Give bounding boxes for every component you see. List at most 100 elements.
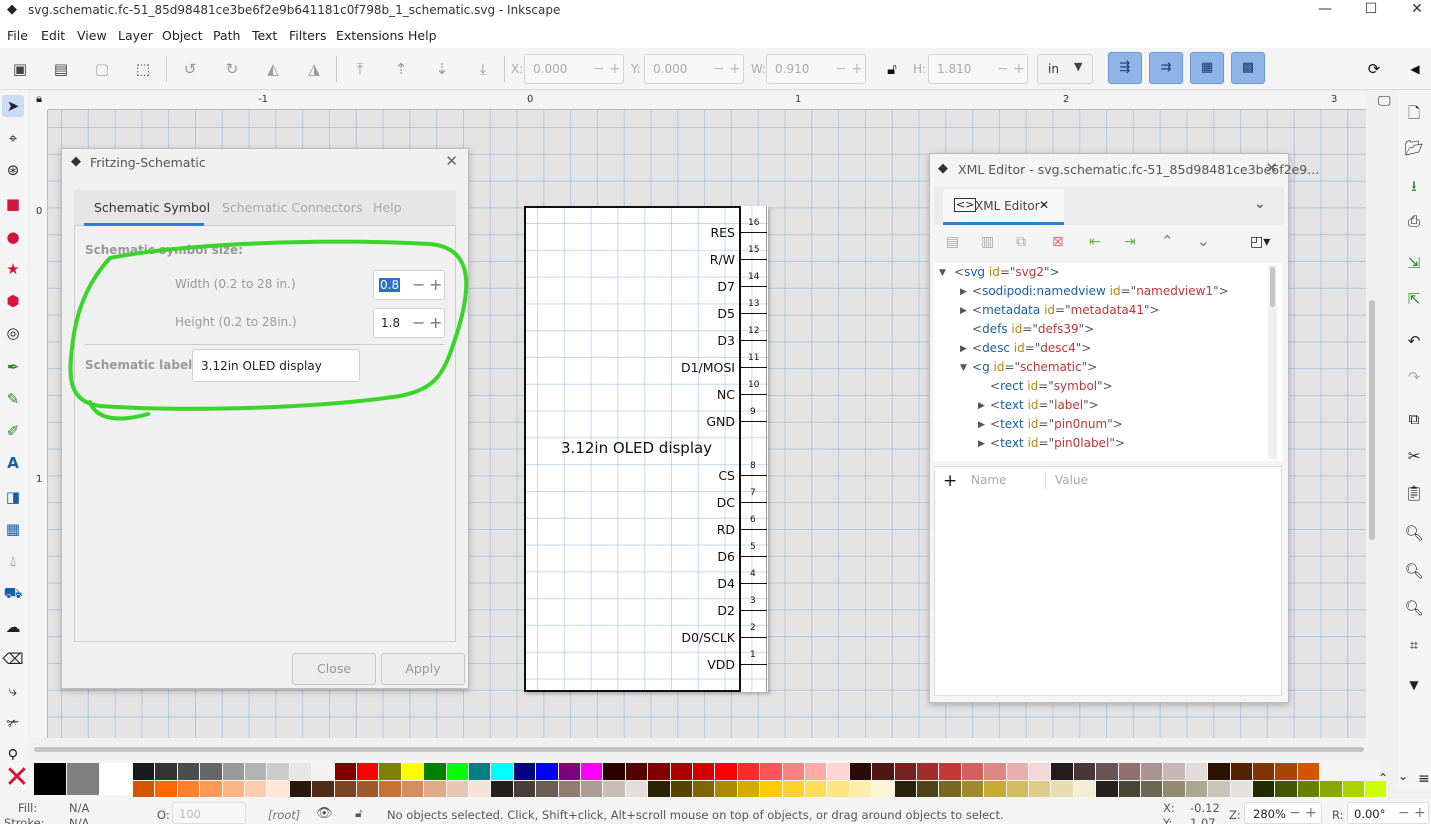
color-swatch[interactable] [1096,781,1118,797]
color-swatch[interactable] [872,763,894,780]
color-swatch[interactable] [469,781,491,797]
color-swatch[interactable] [245,763,267,780]
color-swatch[interactable] [805,781,827,797]
eraser-tool-icon[interactable]: ⌫ [2,648,24,670]
minimize-button[interactable]: — [1302,0,1348,22]
pin-label[interactable]: GND [706,414,735,429]
undo-icon[interactable]: ↶ [1403,330,1425,352]
color-swatch[interactable] [939,763,961,780]
color-swatch[interactable] [1006,781,1028,797]
xml-node-tree[interactable]: ▼ <svg id="svg2"> ▶ <sodipodi:namedview … [934,263,1282,461]
pin-number[interactable]: 10 [748,380,759,390]
snap-toggle-icon[interactable]: ⟳ [1362,57,1386,81]
select-all-icon[interactable]: ▣ [8,57,32,81]
color-swatch[interactable] [133,781,155,797]
calligraphy-tool-icon[interactable]: ✐ [2,420,24,442]
color-swatch[interactable] [424,763,446,780]
pin-number[interactable]: 2 [750,623,756,633]
color-swatch[interactable] [401,763,424,780]
pin-label[interactable]: D5 [717,306,735,321]
fill-value[interactable]: N/A [69,801,89,815]
color-swatch[interactable] [67,763,99,795]
tweak-tool-icon[interactable]: ⊛ [2,159,24,181]
color-swatch[interactable] [334,781,356,797]
tab-schematic-symbol[interactable]: Schematic Symbol [94,200,210,215]
rotate-cw-icon[interactable]: ↻ [220,57,244,81]
zoom-spinbox[interactable]: 280% − + [1244,802,1322,824]
color-swatch[interactable] [1051,763,1073,780]
pin-label[interactable]: NC [717,387,735,402]
tab-help[interactable]: Help [373,200,402,215]
color-swatch[interactable] [1185,763,1208,780]
plus-icon[interactable]: + [729,61,741,77]
more-commands-icon[interactable]: ▼ [1403,674,1425,696]
touch-select-icon[interactable]: ⬚ [131,57,155,81]
move-patterns-button[interactable]: ▩ [1231,52,1265,84]
stroke-value[interactable]: N/A [69,816,89,824]
color-swatch[interactable] [625,781,648,797]
color-swatch[interactable] [267,763,289,780]
pin-number[interactable]: 14 [748,272,759,282]
menu-extensions[interactable]: Extensions [336,28,404,43]
pin-label[interactable]: CS [718,468,735,483]
pin-label[interactable]: D0/SCLK [681,630,735,645]
color-swatch[interactable] [34,763,66,795]
color-swatch[interactable] [782,763,804,780]
menu-view[interactable]: View [77,28,107,43]
collapse-triangle-icon[interactable]: ▶ [978,401,985,411]
pin-number[interactable]: 13 [748,299,759,309]
color-swatch[interactable] [155,781,177,797]
color-swatch[interactable] [693,763,715,780]
text-tool-icon[interactable]: A [2,452,24,474]
raise-to-top-icon[interactable]: ⤒ [348,57,372,81]
unit-dropdown[interactable]: in ▼ [1037,54,1093,84]
menu-object[interactable]: Object [162,28,203,43]
color-swatch[interactable] [849,763,872,780]
pencil-tool-icon[interactable]: ✎ [2,388,24,410]
color-swatch[interactable] [289,763,312,780]
xml-node[interactable]: <defs id="defs39"> [972,322,1094,336]
minus-icon[interactable]: − [593,61,605,77]
color-swatch[interactable] [177,763,200,780]
pin-label[interactable]: D4 [717,576,735,591]
color-swatch[interactable] [1141,763,1163,780]
color-swatch[interactable] [1118,763,1140,780]
no-paint-swatch-icon[interactable]: ✕ [2,763,32,795]
tab-xml-editor[interactable]: <> XML Editor ✕ [943,189,1064,225]
display-mode-icon[interactable]: 🖵︎ [1378,94,1391,109]
color-swatch[interactable] [961,763,984,780]
color-swatch[interactable] [872,781,894,797]
color-swatch[interactable] [1073,763,1096,780]
paint-bucket-tool-icon[interactable]: ⛟ [2,582,24,604]
palette-menu-icon[interactable]: ≡ [1418,771,1430,787]
collapse-triangle-icon[interactable]: ▶ [978,420,985,430]
x-spinbox[interactable]: X: 0.000 − + [511,54,624,84]
color-swatch[interactable] [1096,763,1118,780]
color-swatch[interactable] [558,781,580,797]
pin-number[interactable]: 4 [750,569,756,579]
plus-icon[interactable]: + [1013,61,1025,77]
export-icon[interactable]: ⇱ [1403,288,1425,310]
delete-node-icon[interactable]: ⊠ [1052,234,1064,250]
pin-number[interactable]: 7 [750,488,756,498]
3d-box-tool-icon[interactable]: ⬢ [2,290,24,312]
color-swatch[interactable] [469,763,491,780]
redo-icon[interactable]: ↷ [1403,366,1425,388]
color-swatch[interactable] [1118,781,1140,797]
color-swatch[interactable] [1297,781,1320,797]
color-swatch[interactable] [1208,763,1230,780]
color-swatch[interactable] [1297,763,1320,780]
pin-label[interactable]: D1/MOSI [681,360,735,375]
zoom-drawing-icon[interactable]: 🔍︎ [1403,560,1425,582]
color-swatch[interactable] [1253,781,1275,797]
layout-dropdown-icon[interactable]: ◰▾ [1250,234,1270,250]
color-swatch[interactable] [1320,781,1342,797]
xml-node[interactable]: <text id="pin0label"> [990,436,1125,450]
color-swatch[interactable] [536,763,558,780]
color-swatch[interactable] [961,781,984,797]
mesh-tool-icon[interactable]: ▦ [2,518,24,540]
plus-icon[interactable]: + [1414,805,1426,821]
measure-tool-icon[interactable]: ✃ [2,712,24,734]
color-swatch[interactable] [1253,763,1275,780]
collapse-triangle-icon[interactable]: ▶ [960,306,967,316]
